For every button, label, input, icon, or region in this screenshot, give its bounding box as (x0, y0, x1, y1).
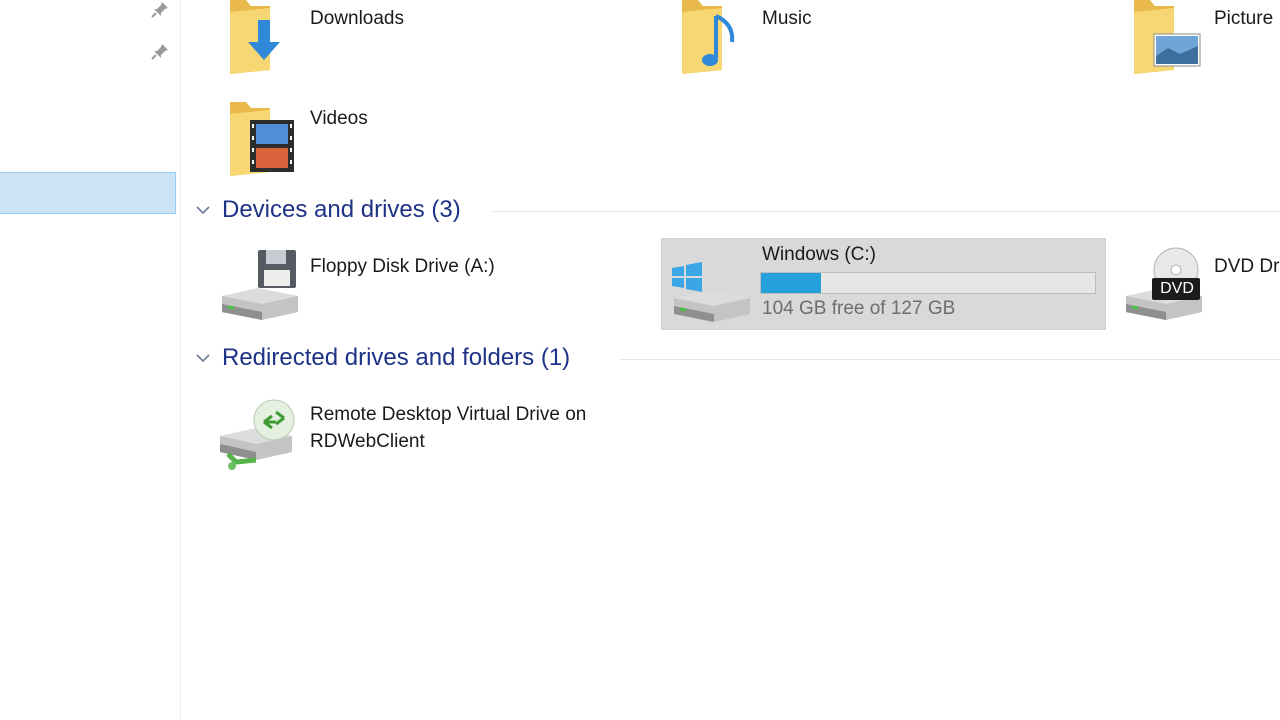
folder-label: Downloads (310, 8, 404, 29)
drive-label-line1: Remote Desktop Virtual Drive on (310, 404, 587, 425)
folder-pictures[interactable]: Picture (1128, 0, 1280, 80)
folder-videos[interactable]: Videos (224, 92, 484, 182)
dvd-badge: DVD (1160, 280, 1194, 297)
drive-usage-fill (761, 273, 822, 293)
group-divider (620, 359, 1280, 360)
chevron-down-icon[interactable] (194, 349, 212, 367)
content-pane: Downloads Music Picture Videos Devices a… (182, 0, 1280, 720)
drive-label: Windows (C:) (762, 244, 877, 265)
folder-label: Music (762, 8, 812, 29)
group-header-devices[interactable]: Devices and drives (3) (194, 195, 461, 225)
music-folder-icon (676, 0, 756, 74)
file-explorer-window: Downloads Music Picture Videos Devices a… (0, 0, 1280, 720)
network-drive-icon (216, 396, 296, 476)
pin-icon (150, 0, 170, 20)
drive-label: DVD Dr (1214, 256, 1280, 277)
chevron-down-icon[interactable] (194, 201, 212, 219)
folder-label: Picture (1214, 8, 1274, 29)
nav-item-selected[interactable] (0, 172, 176, 214)
drive-remote-desktop[interactable]: Remote Desktop Virtual Drive on RDWebCli… (216, 396, 656, 480)
navigation-pane[interactable] (0, 0, 181, 720)
drive-floppy[interactable]: Floppy Disk Drive (A:) (218, 246, 638, 330)
group-header-redirected[interactable]: Redirected drives and folders (1) (194, 343, 570, 373)
folder-label: Videos (310, 108, 368, 129)
group-divider (492, 211, 1280, 212)
drive-dvd[interactable]: DVD DVD Dr (1122, 246, 1280, 330)
drive-label-line2: RDWebClient (310, 431, 425, 452)
group-title: Devices and drives (3) (222, 196, 461, 223)
pictures-folder-icon (1128, 0, 1208, 74)
folder-music[interactable]: Music (676, 0, 936, 80)
downloads-folder-icon (224, 0, 304, 74)
drive-free-space: 104 GB free of 127 GB (762, 298, 956, 319)
pin-icon (150, 42, 170, 62)
floppy-drive-icon (218, 246, 298, 326)
windows-drive-icon (670, 252, 754, 336)
drive-label: Floppy Disk Drive (A:) (310, 256, 495, 277)
folder-downloads[interactable]: Downloads (224, 0, 484, 80)
group-title: Redirected drives and folders (1) (222, 344, 571, 371)
videos-folder-icon (224, 92, 304, 176)
drive-usage-bar (760, 272, 1096, 294)
